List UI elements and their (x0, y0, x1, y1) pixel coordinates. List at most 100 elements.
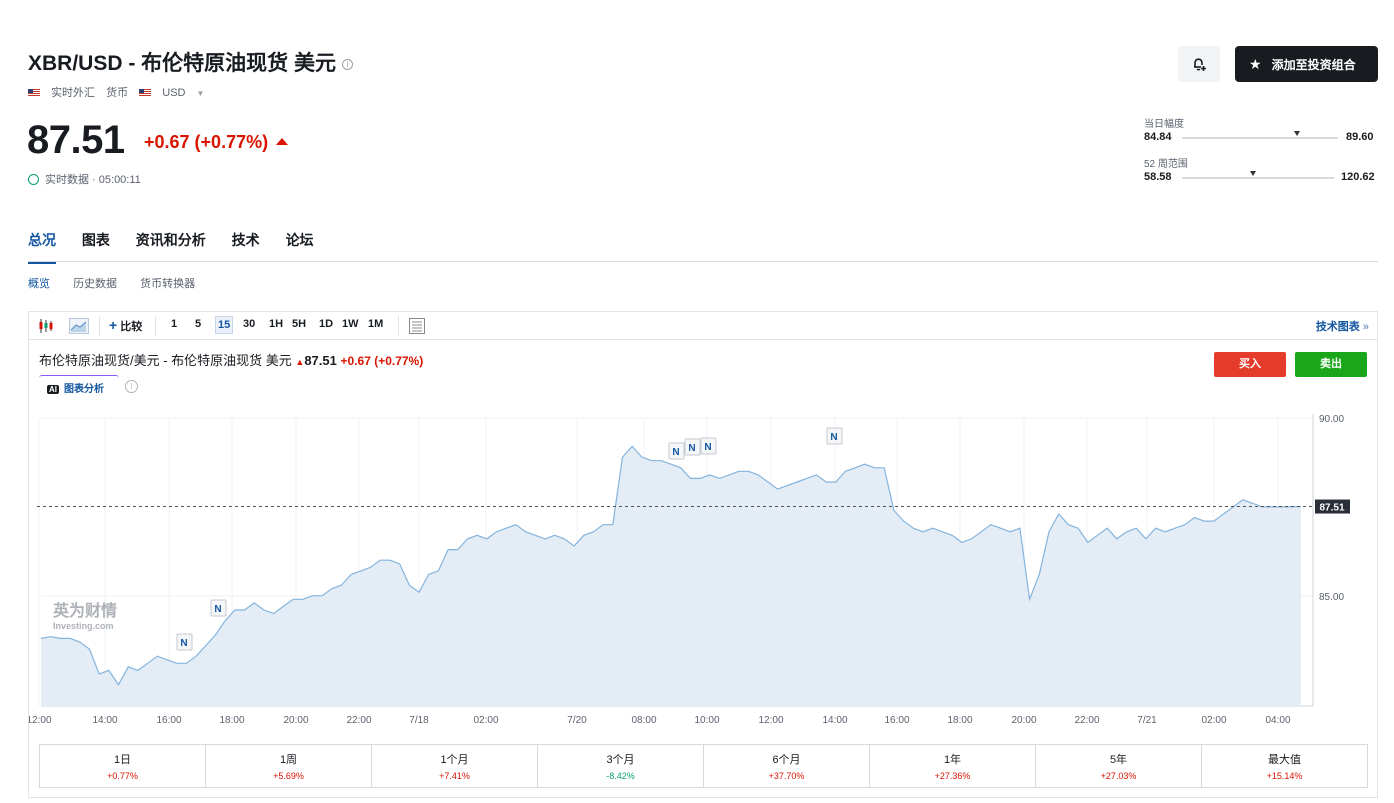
tab-chart[interactable]: 图表 (82, 230, 110, 262)
week52-range-marker (1250, 171, 1257, 176)
performance-value: +15.14% (1266, 771, 1303, 781)
performance-period: 1个月 (440, 754, 469, 766)
subtab-currency-converter[interactable]: 货币转换器 (140, 278, 195, 290)
x-tick-label: 20:00 (283, 715, 308, 726)
performance-period: 3个月 (606, 754, 635, 766)
main-tabs: 总况 图表 资讯和分析 技术 论坛 (28, 230, 1378, 264)
day-range-low: 84.84 (1144, 131, 1172, 143)
title-text: XBR/USD - 布伦特原油现货 美元 (28, 52, 337, 75)
chart-panel: + 比较 1 5 15 30 1H 5H 1D 1W 1M 技术图表 » 87.… (28, 311, 1378, 798)
x-tick-label: 14:00 (822, 715, 847, 726)
add-to-portfolio-button[interactable]: ★ 添加至投资组合 (1235, 46, 1378, 82)
chart-instrument-name: 布伦特原油现货/美元 - 布伦特原油现货 美元 (39, 353, 292, 368)
star-icon: ★ (1249, 56, 1262, 72)
tab-news-analysis[interactable]: 资讯和分析 (136, 230, 206, 262)
ai-icon: AI (47, 385, 59, 394)
news-marker-label: N (830, 432, 837, 443)
ai-chart-analysis-button[interactable]: AI 图表分析 (39, 375, 119, 397)
us-flag-icon (28, 89, 40, 97)
x-tick-label: 12:00 (758, 715, 783, 726)
day-range-bar (1182, 137, 1338, 139)
performance-value: +27.03% (1100, 771, 1137, 781)
add-alert-button[interactable] (1178, 46, 1220, 82)
news-marker-label: N (688, 443, 695, 454)
performance-period: 1周 (279, 754, 298, 766)
week52-range-label: 52 周范围 (1144, 159, 1188, 170)
x-tick-label: 12:00 (29, 715, 52, 726)
subtab-overview[interactable]: 概览 (28, 278, 50, 290)
x-tick-label: 7/20 (567, 715, 587, 726)
info-icon[interactable]: i (342, 59, 354, 70)
day-range-marker (1294, 131, 1301, 136)
week52-range-bar (1182, 177, 1334, 179)
performance-cell[interactable]: 3个月 -8.42% (538, 745, 704, 787)
price-chart[interactable]: 87.51 90.00 85.00 12:00 14:00 16:00 18:00 20:00… (29, 312, 1377, 797)
tab-overview[interactable]: 总况 (28, 230, 56, 264)
chart-title: 布伦特原油现货/美元 - 布伦特原油现货 美元 ▲87.51 +0.67 (+0… (39, 350, 423, 369)
x-tick-label: 18:00 (947, 715, 972, 726)
news-marker-label: N (672, 447, 679, 458)
performance-period: 5年 (1109, 754, 1128, 766)
market-label: 实时外汇 (51, 87, 96, 99)
performance-table: 1日 +0.77% 1周 +5.69% 1个月 +7.41% 3个月 -8.42% 6个月 +37… (39, 744, 1368, 788)
performance-cell[interactable]: 1个月 +7.41% (372, 745, 538, 787)
performance-period: 1年 (943, 754, 962, 766)
performance-cell[interactable]: 5年 +27.03% (1036, 745, 1202, 787)
x-tick-label: 7/18 (409, 715, 429, 726)
performance-cell[interactable]: 6个月 +37.70% (704, 745, 870, 787)
performance-value: +27.36% (934, 771, 971, 781)
currency-selector[interactable]: USD ▼ (139, 87, 212, 99)
x-tick-label: 22:00 (1074, 715, 1099, 726)
x-tick-label: 08:00 (631, 715, 656, 726)
x-tick-label: 16:00 (884, 715, 909, 726)
price-change-text: +0.67 (+0.77%) (144, 132, 269, 152)
price-area (41, 446, 1301, 706)
instrument-title: XBR/USD - 布伦特原油现货 美元 i (28, 47, 354, 77)
week52-range-high: 120.62 (1341, 171, 1375, 183)
ai-label: 图表分析 (64, 384, 104, 395)
watermark-logo-sub: Investing.com (53, 621, 114, 631)
sub-tabs: 概览 历史数据 货币转换器 (28, 275, 215, 291)
portfolio-label: 添加至投资组合 (1271, 58, 1356, 72)
performance-value: +37.70% (768, 771, 805, 781)
x-tick-label: 22:00 (346, 715, 371, 726)
news-marker-label: N (704, 442, 711, 453)
currency-label: USD (162, 87, 186, 99)
day-range-label: 当日幅度 (1144, 119, 1184, 130)
buy-button[interactable]: 买入 (1214, 352, 1286, 377)
tab-technical[interactable]: 技术 (232, 230, 260, 262)
x-tick-label: 04:00 (1265, 715, 1290, 726)
x-tick-label: 20:00 (1011, 715, 1036, 726)
bell-plus-icon (1194, 58, 1206, 71)
info-icon[interactable]: i (125, 380, 138, 393)
realtime-status: 实时数据 · 05:00:11 (28, 171, 141, 187)
performance-value: +7.41% (439, 771, 470, 781)
price-change: +0.67 (+0.77%) (144, 132, 289, 153)
tab-forum[interactable]: 论坛 (286, 230, 314, 262)
sell-button[interactable]: 卖出 (1295, 352, 1367, 377)
last-price: 87.51 (27, 118, 125, 162)
week52-range-low: 58.58 (1144, 171, 1172, 183)
performance-cell[interactable]: 1周 +5.69% (206, 745, 372, 787)
performance-cell[interactable]: 最大值 +15.14% (1202, 745, 1367, 787)
news-marker-label: N (214, 604, 221, 615)
performance-cell[interactable]: 1日 +0.77% (40, 745, 206, 787)
x-tick-label: 7/21 (1137, 715, 1157, 726)
x-tick-label: 02:00 (473, 715, 498, 726)
triangle-up-icon (276, 138, 289, 145)
watermark-logo: 英为财情 (52, 601, 117, 620)
instrument-meta: 实时外汇 货币 USD ▼ (28, 84, 220, 100)
chart-price: 87.51 (304, 353, 337, 368)
y-tick-label: 90.00 (1319, 414, 1344, 425)
day-range-high: 89.60 (1346, 131, 1374, 143)
performance-value: +5.69% (273, 771, 304, 781)
performance-period: 1日 (113, 754, 132, 766)
x-tick-label: 02:00 (1201, 715, 1226, 726)
chart-change: +0.67 (+0.77%) (340, 354, 424, 368)
subtab-historical-data[interactable]: 历史数据 (73, 278, 117, 290)
performance-period: 最大值 (1268, 754, 1301, 766)
clock-icon (28, 174, 39, 185)
performance-cell[interactable]: 1年 +27.36% (870, 745, 1036, 787)
type-label: 货币 (106, 87, 129, 99)
x-tick-label: 14:00 (92, 715, 117, 726)
